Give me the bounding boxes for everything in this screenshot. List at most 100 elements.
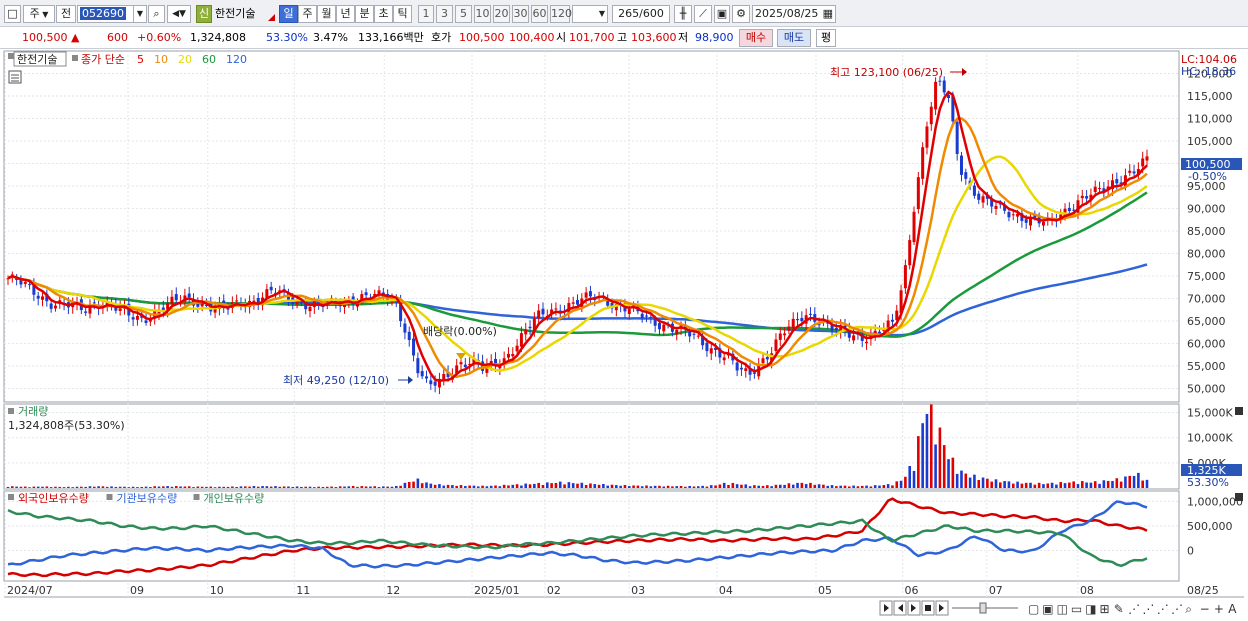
save-icon[interactable]: ▣ [714, 5, 730, 23]
holdings-legend-2[interactable]: 개인보유수량 [204, 492, 265, 505]
tool3-icon[interactable]: ⋰ [1157, 602, 1169, 616]
ma-legend-5[interactable]: 5 [137, 53, 144, 66]
tool2-icon[interactable]: ⋰ [1142, 602, 1154, 616]
copy-icon[interactable]: ▢ [1028, 602, 1039, 616]
volume-close-icon[interactable] [1235, 407, 1243, 415]
count-input[interactable]: 265/600 [612, 5, 670, 23]
interval-button-10[interactable]: 10 [474, 5, 491, 23]
interval-button-5[interactable]: 5 [455, 5, 472, 23]
volume-toggle-icon[interactable] [8, 408, 14, 414]
interval-dropdown[interactable]: ▼ [572, 5, 608, 23]
period-button-0[interactable]: 일 [279, 5, 298, 23]
volume-bar [1076, 484, 1080, 488]
ma-legend-60[interactable]: 60 [202, 53, 216, 66]
search-icon[interactable]: ⌕ [148, 5, 165, 23]
stock-code-input[interactable]: 052690 [77, 5, 135, 23]
zoom-slider-handle[interactable] [979, 602, 987, 614]
candle-body [705, 342, 709, 352]
window-icon[interactable]: ◨ [1085, 602, 1096, 616]
tool1-icon[interactable]: ⋰ [1128, 602, 1140, 616]
period-button-1[interactable]: 주 [298, 5, 317, 23]
candle-body [1007, 211, 1011, 218]
zoom-out-icon[interactable]: − [1200, 602, 1210, 616]
volume-bar [947, 459, 950, 488]
interval-button-30[interactable]: 30 [512, 5, 529, 23]
settings-gear-icon[interactable]: ⚙ [732, 5, 750, 23]
period-button-2[interactable]: 월 [317, 5, 336, 23]
tool4-icon[interactable]: ⋰ [1171, 602, 1183, 616]
holdings-y-tick: 0 [1187, 545, 1194, 558]
volume-bar [1102, 480, 1106, 488]
interval-button-3[interactable]: 3 [436, 5, 453, 23]
volume-bar [653, 485, 657, 488]
volume-bar [934, 444, 937, 488]
period-button-4[interactable]: 분 [355, 5, 374, 23]
interval-button-60[interactable]: 60 [531, 5, 548, 23]
ma-legend-10[interactable]: 10 [154, 53, 168, 66]
volume-bar [567, 482, 571, 488]
interval-button-120[interactable]: 120 [550, 5, 572, 23]
stock-name[interactable]: 한전기술 [215, 7, 255, 21]
volume-bar [67, 486, 70, 488]
period-button-6[interactable]: 틱 [393, 5, 412, 23]
date-input[interactable]: 2025/08/25 ▦ [752, 5, 836, 23]
x-tick-10: 10 [210, 584, 224, 597]
edit-icon[interactable]: ✎ [1114, 602, 1124, 616]
volume-bar [62, 487, 66, 488]
ma-legend-20[interactable]: 20 [178, 53, 192, 66]
volume-bar [545, 482, 549, 488]
period-button-3[interactable]: 년 [336, 5, 355, 23]
interval-button-20[interactable]: 20 [493, 5, 510, 23]
candle-body [796, 319, 800, 321]
bottom-tool-icons: ▢ ▣ ◫ ▭ ◨ ⊞ ✎ ⋰ ⋰ ⋰ ⋰ ⌕ − + A [1028, 602, 1237, 616]
ma-toggle-icon[interactable] [72, 55, 78, 61]
holdings-toggle-icon[interactable] [106, 494, 113, 500]
layout-icon[interactable]: □ [4, 5, 21, 23]
search-icon[interactable]: ⌕ [1185, 602, 1192, 616]
volume-bar [248, 486, 251, 488]
paste-icon[interactable]: ▭ [1071, 602, 1082, 616]
open-price: 101,700 [569, 31, 615, 44]
chevron-down-icon: ▼ [39, 10, 49, 19]
volume-bar [1119, 481, 1123, 488]
stock-chart[interactable]: 120,000115,000110,000105,000100,00095,00… [0, 49, 1248, 621]
volume-bar [800, 482, 804, 488]
panel-toggle-icon[interactable] [8, 53, 14, 59]
period-button-5[interactable]: 초 [374, 5, 393, 23]
compare-icon[interactable]: ⊞ [1100, 602, 1110, 616]
volume-bar [166, 486, 169, 488]
holdings-close-icon[interactable] [1235, 493, 1243, 501]
volume-bar [977, 479, 981, 488]
holdings-legend-1[interactable]: 기관보유수량 [117, 492, 178, 505]
volume-bar [343, 486, 346, 488]
volume-bar [41, 486, 44, 488]
up-arrow-icon: ▲ [71, 31, 80, 44]
sell-button[interactable]: 매도 [777, 29, 811, 47]
ma-legend-120[interactable]: 120 [226, 53, 247, 66]
candle-type-icon[interactable]: ╫ [674, 5, 692, 23]
interval-button-1[interactable]: 1 [418, 5, 434, 23]
calendar-icon[interactable]: ▦ [823, 6, 833, 22]
holdings-toggle-icon[interactable] [193, 494, 200, 500]
draw-tool-icon[interactable]: ⟋ [694, 5, 712, 23]
volume-bar [377, 487, 381, 488]
x-tick-09: 09 [130, 584, 144, 597]
volume-bar [968, 477, 972, 488]
zoom-in-icon[interactable]: + [1214, 602, 1224, 616]
font-icon[interactable]: A [1228, 602, 1237, 616]
buy-button[interactable]: 매수 [739, 29, 773, 47]
holdings-legend: 외국인보유수량 기관보유수량 개인보유수량 [8, 492, 264, 505]
market-mode-button[interactable]: 전 [56, 5, 76, 23]
trade-amount: 133,166백만 [358, 31, 424, 44]
market-select[interactable]: 주 ▼ [23, 5, 55, 23]
holdings-legend-0[interactable]: 외국인보유수량 [18, 492, 89, 505]
candle-body [463, 364, 467, 368]
copy2-icon[interactable]: ▣ [1042, 602, 1053, 616]
code-dropdown-icon[interactable]: ▼ [133, 5, 147, 23]
holdings-toggle-icon[interactable] [8, 494, 14, 500]
speaker-icon[interactable]: ◀▼ [167, 5, 191, 23]
volume-bar [1037, 482, 1041, 488]
volume-y-tick: 10,000K [1187, 432, 1233, 445]
eval-button[interactable]: 평 [816, 29, 836, 47]
layout-icon[interactable]: ◫ [1057, 602, 1068, 616]
